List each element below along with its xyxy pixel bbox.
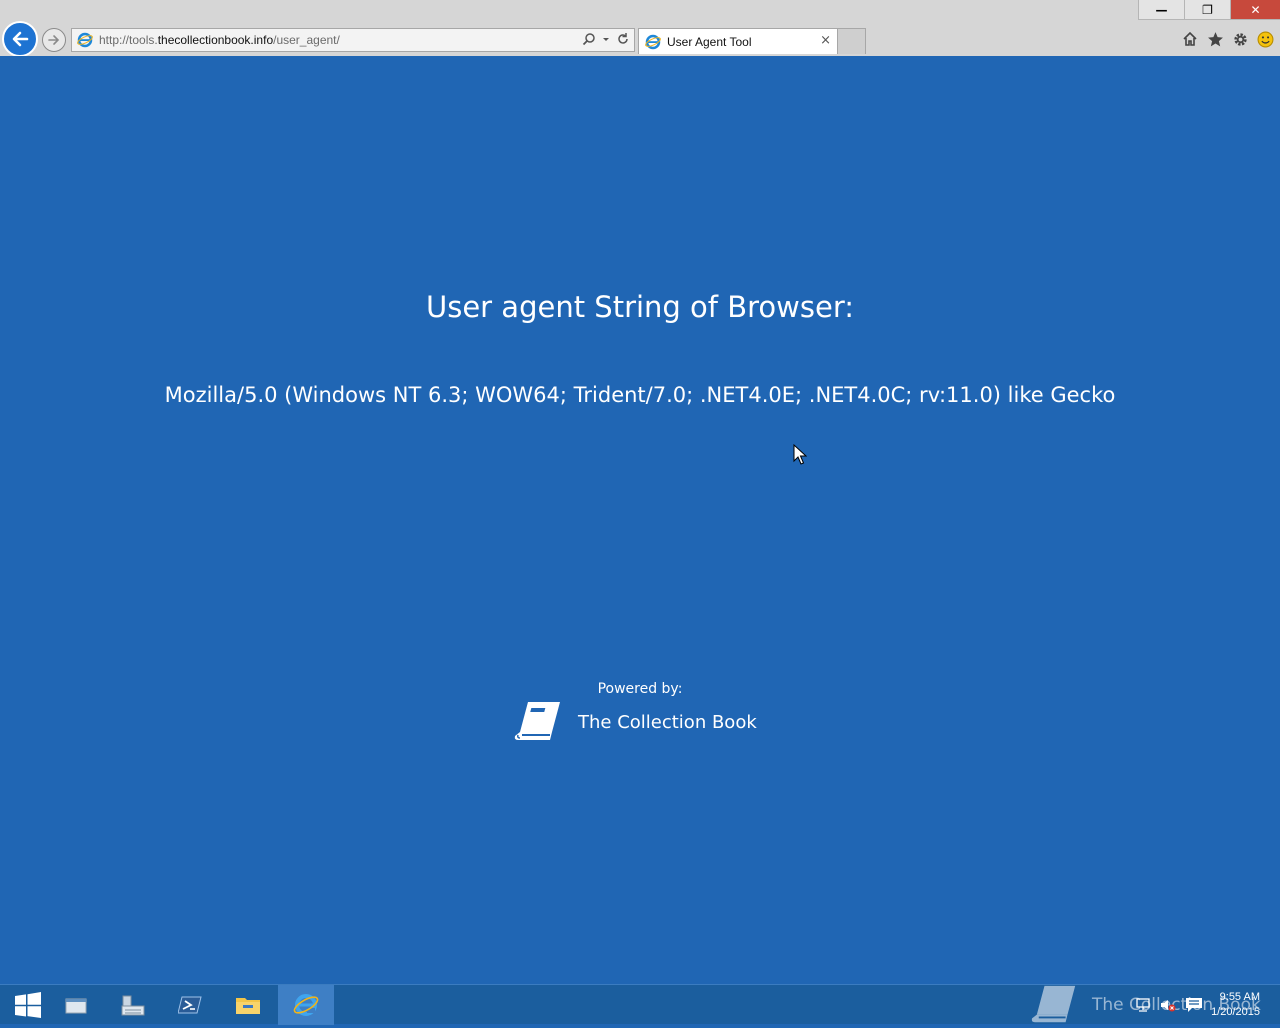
taskbar-file-explorer[interactable] [220, 985, 276, 1025]
taskbar-explorer-tool[interactable] [105, 985, 161, 1025]
mouse-cursor-icon [793, 444, 807, 465]
close-window-button[interactable]: ✕ [1230, 0, 1280, 20]
action-center-icon[interactable] [1185, 997, 1203, 1013]
volume-icon[interactable] [1159, 997, 1177, 1013]
page-content: User agent String of Browser: Mozilla/5.… [0, 56, 1280, 984]
taskbar-powershell[interactable] [162, 985, 218, 1025]
explorer-icon [121, 995, 145, 1016]
ie-icon [77, 32, 93, 48]
brand-link[interactable]: The Collection Book [514, 698, 757, 746]
folder-icon [236, 998, 260, 1014]
url-text[interactable]: http://tools.thecollectionbook.info/user… [99, 33, 340, 47]
taskbar: The Collection Book 9:55 AM 1/20/2015 [0, 984, 1280, 1025]
forward-button[interactable] [42, 28, 66, 52]
clock-time: 9:55 AM [1219, 991, 1260, 1003]
server-manager-icon [65, 998, 87, 1014]
address-bar[interactable]: http://tools.thecollectionbook.info/user… [71, 28, 635, 52]
network-icon[interactable] [1135, 997, 1151, 1013]
brand-name[interactable]: The Collection Book [578, 712, 757, 733]
book-icon [1031, 985, 1076, 1023]
restore-button[interactable]: ❐ [1184, 0, 1230, 20]
gear-icon[interactable] [1231, 30, 1249, 48]
refresh-icon[interactable] [616, 32, 630, 46]
search-icon[interactable] [582, 32, 596, 46]
tab-user-agent-tool[interactable]: User Agent Tool × [638, 28, 838, 54]
chevron-down-icon[interactable] [602, 32, 610, 46]
taskbar-internet-explorer[interactable] [278, 985, 334, 1025]
back-button[interactable] [2, 21, 38, 57]
browser-toolbar [1181, 28, 1274, 50]
smiley-icon[interactable] [1256, 30, 1274, 48]
powershell-icon [178, 996, 202, 1014]
back-arrow-icon [12, 31, 29, 47]
ie-icon [293, 994, 319, 1016]
system-tray: 9:55 AM 1/20/2015 [1135, 985, 1260, 1025]
powered-by-label: Powered by: [597, 681, 683, 697]
close-tab-icon[interactable]: × [820, 33, 831, 48]
user-agent-string: Mozilla/5.0 (Windows NT 6.3; WOW64; Trid… [164, 383, 1116, 407]
forward-arrow-icon [48, 35, 60, 45]
tab-title: User Agent Tool [667, 34, 752, 49]
taskbar-server-manager[interactable] [48, 985, 104, 1025]
page-heading: User agent String of Browser: [425, 290, 855, 324]
ie-icon [645, 34, 661, 49]
clock[interactable]: 9:55 AM 1/20/2015 [1211, 990, 1260, 1020]
new-tab-button[interactable] [838, 28, 866, 54]
book-icon [514, 702, 560, 740]
address-tools [582, 32, 630, 46]
window-controls: — ❐ ✕ [1138, 0, 1280, 20]
home-icon[interactable] [1181, 30, 1199, 48]
favorites-star-icon[interactable] [1206, 30, 1224, 48]
windows-start-icon [15, 992, 41, 1018]
minimize-button[interactable]: — [1138, 0, 1184, 20]
browser-chrome: — ❐ ✕ http://tools.thecollectionbook.inf… [0, 0, 1280, 57]
clock-date: 1/20/2015 [1211, 1006, 1260, 1018]
